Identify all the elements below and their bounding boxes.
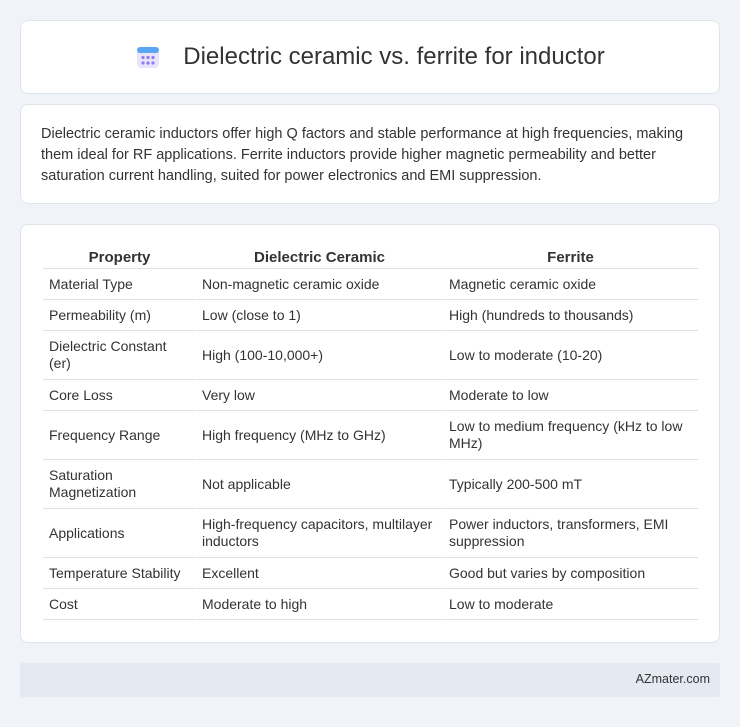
calendar-icon bbox=[137, 47, 160, 68]
ferrite-cell: Low to moderate (10-20) bbox=[443, 331, 698, 380]
ferrite-cell: Low to moderate bbox=[443, 589, 698, 620]
table-row: Core Loss Very low Moderate to low bbox=[43, 380, 698, 411]
property-cell: Permeability (m) bbox=[43, 300, 196, 331]
dielectric-cell: High-frequency capacitors, multilayer in… bbox=[196, 509, 443, 558]
table-header-row: Property Dielectric Ceramic Ferrite bbox=[43, 245, 698, 269]
table-row: Permeability (m) Low (close to 1) High (… bbox=[43, 300, 698, 331]
page-title: Dielectric ceramic vs. ferrite for induc… bbox=[183, 43, 605, 70]
property-cell: Applications bbox=[43, 509, 196, 558]
ferrite-cell: Low to medium frequency (kHz to low MHz) bbox=[443, 411, 698, 460]
property-cell: Material Type bbox=[43, 269, 196, 300]
description-text: Dielectric ceramic inductors offer high … bbox=[41, 126, 684, 184]
title-card: Dielectric ceramic vs. ferrite for induc… bbox=[20, 20, 720, 94]
ferrite-cell: Typically 200-500 mT bbox=[443, 460, 698, 509]
ferrite-cell: Power inductors, transformers, EMI suppr… bbox=[443, 509, 698, 558]
footer-site-link[interactable]: AZmater.com bbox=[636, 672, 710, 686]
description-card: Dielectric ceramic inductors offer high … bbox=[20, 104, 720, 204]
table-row: Material Type Non-magnetic ceramic oxide… bbox=[43, 269, 698, 300]
table-row: Saturation Magnetization Not applicable … bbox=[43, 460, 698, 509]
property-cell: Cost bbox=[43, 589, 196, 620]
comparison-table: Property Dielectric Ceramic Ferrite Mate… bbox=[43, 245, 698, 620]
ferrite-cell: Moderate to low bbox=[443, 380, 698, 411]
ferrite-cell: Good but varies by composition bbox=[443, 558, 698, 589]
dielectric-cell: High (100-10,000+) bbox=[196, 331, 443, 380]
footer-bar: AZmater.com bbox=[20, 663, 720, 697]
dielectric-cell: Low (close to 1) bbox=[196, 300, 443, 331]
property-cell: Saturation Magnetization bbox=[43, 460, 196, 509]
table-row: Dielectric Constant (er) High (100-10,00… bbox=[43, 331, 698, 380]
property-cell: Temperature Stability bbox=[43, 558, 196, 589]
property-cell: Core Loss bbox=[43, 380, 196, 411]
property-cell: Frequency Range bbox=[43, 411, 196, 460]
ferrite-cell: High (hundreds to thousands) bbox=[443, 300, 698, 331]
dielectric-cell: Non-magnetic ceramic oxide bbox=[196, 269, 443, 300]
dielectric-cell: Not applicable bbox=[196, 460, 443, 509]
header-dielectric-ceramic: Dielectric Ceramic bbox=[196, 245, 443, 269]
table-row: Applications High-frequency capacitors, … bbox=[43, 509, 698, 558]
dielectric-cell: Very low bbox=[196, 380, 443, 411]
dielectric-cell: Excellent bbox=[196, 558, 443, 589]
table-row: Cost Moderate to high Low to moderate bbox=[43, 589, 698, 620]
header-ferrite: Ferrite bbox=[443, 245, 698, 269]
comparison-card: Property Dielectric Ceramic Ferrite Mate… bbox=[20, 224, 720, 643]
ferrite-cell: Magnetic ceramic oxide bbox=[443, 269, 698, 300]
property-cell: Dielectric Constant (er) bbox=[43, 331, 196, 380]
table-row: Temperature Stability Excellent Good but… bbox=[43, 558, 698, 589]
dielectric-cell: High frequency (MHz to GHz) bbox=[196, 411, 443, 460]
table-row: Frequency Range High frequency (MHz to G… bbox=[43, 411, 698, 460]
dielectric-cell: Moderate to high bbox=[196, 589, 443, 620]
header-property: Property bbox=[43, 245, 196, 269]
